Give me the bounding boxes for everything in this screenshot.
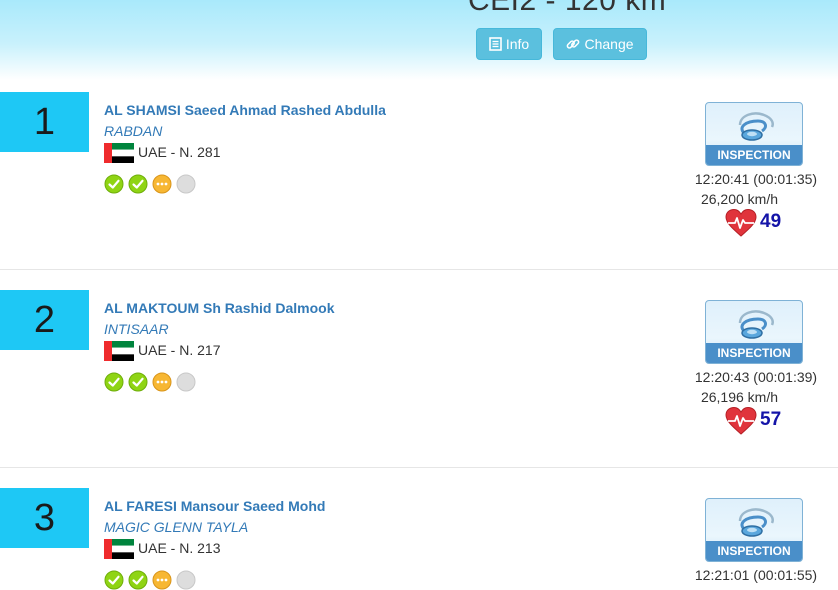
ranking-row: 1 AL SHAMSI Saeed Ahmad Rashed Abdulla R…	[0, 92, 838, 290]
arrival-time: 12:20:41 (00:01:35)	[694, 171, 818, 187]
heart-rate-icon	[725, 209, 757, 237]
heart-rate-icon	[725, 407, 757, 435]
info-button-label: Info	[505, 36, 530, 52]
inspection-label: INSPECTION	[706, 145, 802, 165]
country-number: UAE - N. 281	[138, 144, 221, 160]
check-icon	[128, 174, 148, 194]
country-number: UAE - N. 213	[138, 540, 221, 556]
loop-status-icons	[104, 174, 196, 194]
rank-badge: 3	[0, 488, 89, 548]
check-icon	[128, 570, 148, 590]
empty-icon	[176, 174, 196, 194]
stethoscope-icon	[738, 508, 774, 537]
loop-status-icons	[104, 372, 196, 392]
ranking-row: 2 AL MAKTOUM Sh Rashid Dalmook INTISAAR …	[0, 290, 838, 488]
page-header: CEI2 - 120 km Info Change	[0, 0, 838, 80]
stethoscope-icon	[738, 310, 774, 339]
rank-badge: 2	[0, 290, 89, 350]
country-number: UAE - N. 217	[138, 342, 221, 358]
pending-icon	[152, 372, 172, 392]
inspection-label: INSPECTION	[706, 541, 802, 561]
uae-flag-icon	[104, 539, 134, 559]
rank-badge: 1	[0, 92, 89, 152]
inspection-button[interactable]: INSPECTION	[705, 300, 803, 364]
link-icon	[567, 39, 580, 49]
info-button[interactable]: Info	[476, 28, 542, 60]
horse-name-link[interactable]: MAGIC GLENN TAYLA	[104, 519, 248, 535]
change-button[interactable]: Change	[553, 28, 647, 60]
empty-icon	[176, 570, 196, 590]
horse-name-link[interactable]: INTISAAR	[104, 321, 169, 337]
rider-name-link[interactable]: AL SHAMSI Saeed Ahmad Rashed Abdulla	[104, 102, 386, 118]
loop-status-icons	[104, 570, 196, 590]
check-icon	[104, 570, 124, 590]
ranking-row: 3 AL FARESI Mansour Saeed Mohd MAGIC GLE…	[0, 488, 838, 590]
pending-icon	[152, 570, 172, 590]
empty-icon	[176, 372, 196, 392]
horse-name-link[interactable]: RABDAN	[104, 123, 162, 139]
uae-flag-icon	[104, 143, 134, 163]
arrival-time: 12:20:43 (00:01:39)	[694, 369, 818, 385]
speed: 26,196 km/h	[700, 389, 779, 405]
inspection-button[interactable]: INSPECTION	[705, 102, 803, 166]
arrival-time: 12:21:01 (00:01:55)	[694, 567, 818, 583]
inspection-button[interactable]: INSPECTION	[705, 498, 803, 562]
heart-rate-value: 57	[760, 409, 782, 430]
race-title: CEI2 - 120 km	[468, 0, 667, 17]
check-icon	[104, 372, 124, 392]
rider-name-link[interactable]: AL MAKTOUM Sh Rashid Dalmook	[104, 300, 335, 316]
uae-flag-icon	[104, 341, 134, 361]
inspection-label: INSPECTION	[706, 343, 802, 363]
stethoscope-icon	[738, 112, 774, 141]
speed: 26,200 km/h	[700, 191, 779, 207]
rider-name-link[interactable]: AL FARESI Mansour Saeed Mohd	[104, 498, 325, 514]
check-icon	[104, 174, 124, 194]
heart-rate-value: 49	[760, 211, 782, 232]
row-divider	[0, 269, 838, 270]
pending-icon	[152, 174, 172, 194]
change-button-label: Change	[584, 36, 634, 52]
row-divider	[0, 467, 838, 468]
document-icon	[489, 37, 502, 51]
check-icon	[128, 372, 148, 392]
